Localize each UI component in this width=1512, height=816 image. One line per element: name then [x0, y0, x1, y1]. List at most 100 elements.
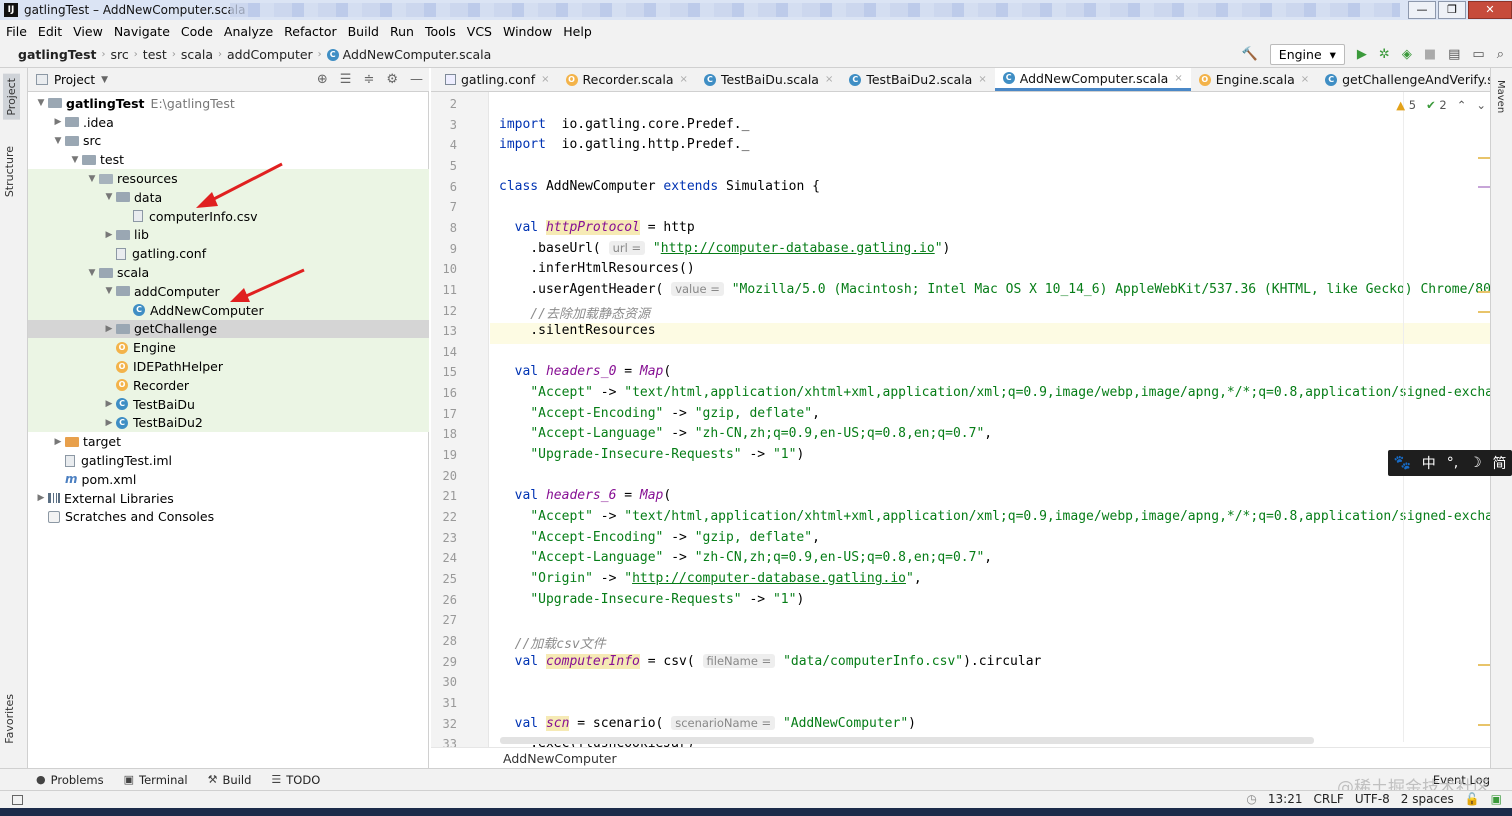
- minimize-button[interactable]: —: [1408, 1, 1436, 19]
- horizontal-scrollbar[interactable]: [500, 737, 1314, 744]
- collapse-all-icon[interactable]: ≑: [363, 72, 374, 87]
- tree-item[interactable]: Scratches and Consoles: [28, 508, 429, 527]
- memory-indicator-icon[interactable]: ▣: [1491, 792, 1502, 806]
- code-line[interactable]: "Accept" -> "text/html,application/xhtml…: [499, 385, 1490, 406]
- code-line[interactable]: val scn = scenario( scenarioName = "AddN…: [499, 715, 916, 737]
- caret-position[interactable]: 13:21: [1268, 792, 1303, 806]
- breadcrumb-project[interactable]: gatlingTest: [18, 47, 97, 62]
- project-tool-tab[interactable]: Project: [3, 74, 20, 120]
- menu-file[interactable]: File: [6, 24, 27, 39]
- layout-icon[interactable]: ▭: [1472, 47, 1484, 62]
- breadcrumb-test[interactable]: test: [143, 47, 167, 62]
- code-line[interactable]: "Upgrade-Insecure-Requests" -> "1"): [499, 447, 804, 468]
- close-tab-icon[interactable]: ×: [825, 74, 833, 85]
- close-window-button[interactable]: ✕: [1468, 1, 1512, 19]
- tree-item[interactable]: ▼ addComputer: [28, 282, 429, 301]
- ime-simplified[interactable]: 简: [1493, 453, 1507, 473]
- code-line[interactable]: "Accept" -> "text/html,application/xhtml…: [499, 509, 1490, 530]
- hide-panel-icon[interactable]: —: [410, 72, 423, 87]
- editor-tab[interactable]: C AddNewComputer.scala ×: [994, 68, 1191, 91]
- editor-tab[interactable]: gatling.conf ×: [437, 68, 558, 91]
- breadcrumb-addcomputer[interactable]: addComputer: [227, 47, 313, 62]
- editor-breadcrumb-class[interactable]: AddNewComputer: [503, 751, 617, 766]
- code-line[interactable]: "Accept-Encoding" -> "gzip, deflate",: [499, 530, 820, 551]
- code-line[interactable]: //去除加载静态资源: [499, 303, 650, 324]
- menu-help[interactable]: Help: [563, 24, 592, 39]
- ime-moon-icon[interactable]: ☽: [1469, 455, 1482, 471]
- tree-item[interactable]: ▼ gatlingTest E:\gatlingTest: [28, 94, 429, 113]
- expand-all-icon[interactable]: ☰: [340, 72, 352, 87]
- breadcrumb-file[interactable]: AddNewComputer.scala: [343, 47, 492, 62]
- menu-analyze[interactable]: Analyze: [224, 24, 273, 39]
- code-line[interactable]: import io.gatling.core.Predef._: [499, 117, 749, 138]
- chevron-down-icon[interactable]: ▼: [102, 286, 116, 296]
- tree-item[interactable]: ▼ scala: [28, 263, 429, 282]
- indent-setting[interactable]: 2 spaces: [1401, 792, 1454, 806]
- code-line[interactable]: "Accept-Encoding" -> "gzip, deflate",: [499, 406, 820, 427]
- build-hammer-icon[interactable]: 🔨: [1242, 47, 1258, 62]
- favorites-tool-tab[interactable]: Favorites: [3, 694, 16, 744]
- menu-build[interactable]: Build: [348, 24, 379, 39]
- terminal-tool-button[interactable]: ▣ Terminal: [124, 773, 188, 787]
- chevron-down-icon[interactable]: ▼: [85, 268, 99, 278]
- project-structure-icon[interactable]: ▤: [1448, 47, 1460, 62]
- code-line[interactable]: val headers_0 = Map(: [499, 364, 672, 385]
- code-line[interactable]: class AddNewComputer extends Simulation …: [499, 179, 820, 200]
- stop-icon[interactable]: ■: [1424, 47, 1436, 62]
- breadcrumb-src[interactable]: src: [111, 47, 129, 62]
- tree-item[interactable]: O Engine: [28, 338, 429, 358]
- code-line[interactable]: .silentResources: [490, 323, 1490, 344]
- locate-file-icon[interactable]: ⊕: [317, 72, 328, 87]
- tree-item[interactable]: O IDEPathHelper: [28, 357, 429, 376]
- chevron-down-icon[interactable]: ▼: [102, 192, 116, 202]
- todo-tool-button[interactable]: ☰ TODO: [271, 773, 320, 787]
- menu-code[interactable]: Code: [181, 24, 213, 39]
- breadcrumb-scala[interactable]: scala: [181, 47, 213, 62]
- run-configuration-select[interactable]: Engine ▾: [1269, 44, 1345, 65]
- maximize-button[interactable]: ❐: [1438, 1, 1466, 19]
- tree-item[interactable]: ▶ C TestBaiDu2: [28, 413, 429, 433]
- code-line[interactable]: import io.gatling.http.Predef._: [499, 137, 749, 158]
- chevron-down-icon[interactable]: ⌄: [1476, 98, 1486, 112]
- close-tab-icon[interactable]: ×: [680, 74, 688, 85]
- tree-item[interactable]: m pom.xml: [28, 470, 429, 489]
- tree-item[interactable]: ▶ lib: [28, 225, 429, 245]
- chevron-right-icon[interactable]: ▶: [102, 324, 116, 334]
- toggle-tool-windows-icon[interactable]: [12, 794, 23, 805]
- chevron-down-icon[interactable]: ▼: [51, 136, 65, 146]
- code-line[interactable]: "Accept-Language" -> "zh-CN,zh;q=0.9,en-…: [499, 550, 992, 571]
- chevron-right-icon[interactable]: ▶: [102, 418, 116, 428]
- chevron-right-icon[interactable]: ▶: [102, 230, 116, 240]
- tree-item[interactable]: C AddNewComputer: [28, 300, 429, 320]
- ime-punctuation[interactable]: °,: [1447, 455, 1458, 471]
- code-line[interactable]: val headers_6 = Map(: [499, 488, 672, 509]
- code-line[interactable]: val computerInfo = csv( fileName = "data…: [499, 653, 1041, 675]
- menu-window[interactable]: Window: [503, 24, 552, 39]
- inspection-widget[interactable]: ▲ 5 ✔ 2 ⌃ ⌄: [1396, 98, 1486, 112]
- ime-paw-icon[interactable]: 🐾: [1393, 455, 1410, 471]
- code-line[interactable]: .inferHtmlResources(): [499, 261, 694, 282]
- menu-refactor[interactable]: Refactor: [284, 24, 336, 39]
- chevron-down-icon[interactable]: ▼: [101, 75, 108, 85]
- chevron-down-icon[interactable]: ▼: [85, 174, 99, 184]
- code-line[interactable]: "Accept-Language" -> "zh-CN,zh;q=0.9,en-…: [499, 426, 992, 447]
- close-tab-icon[interactable]: ×: [1174, 73, 1182, 84]
- coverage-icon[interactable]: ◈: [1402, 47, 1412, 62]
- tree-item[interactable]: ▶ .idea: [28, 113, 429, 132]
- chevron-right-icon[interactable]: ▶: [34, 493, 48, 503]
- menu-edit[interactable]: Edit: [38, 24, 62, 39]
- tree-item[interactable]: O Recorder: [28, 376, 429, 395]
- menu-run[interactable]: Run: [390, 24, 414, 39]
- code-line[interactable]: .userAgentHeader( value = "Mozilla/5.0 (…: [499, 281, 1490, 303]
- code-line[interactable]: val httpProtocol = http: [499, 219, 695, 241]
- tree-item[interactable]: ▶ target: [28, 432, 429, 451]
- debug-icon[interactable]: ✲: [1379, 47, 1390, 62]
- file-encoding[interactable]: UTF-8: [1355, 792, 1390, 806]
- ime-chinese-mode[interactable]: 中: [1422, 453, 1436, 473]
- menu-vcs[interactable]: VCS: [467, 24, 492, 39]
- chevron-down-icon[interactable]: ▼: [34, 98, 48, 108]
- tree-item[interactable]: ▶ getChallenge: [28, 319, 429, 339]
- close-tab-icon[interactable]: ×: [978, 74, 986, 85]
- code-line[interactable]: "Upgrade-Insecure-Requests" -> "1"): [499, 592, 804, 613]
- close-tab-icon[interactable]: ×: [1301, 74, 1309, 85]
